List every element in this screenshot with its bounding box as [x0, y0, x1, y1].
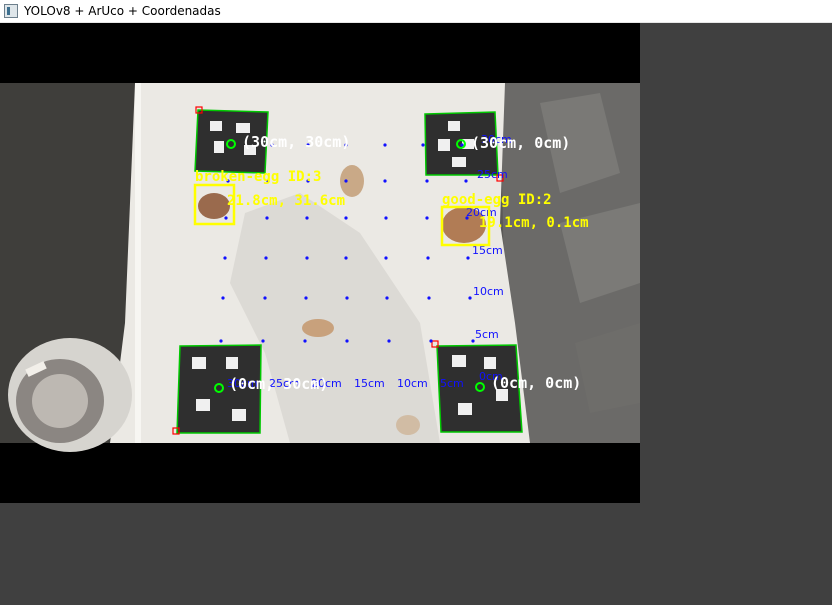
window-title: YOLOv8 + ArUco + Coordenadas — [24, 4, 221, 18]
window-background-right — [640, 23, 832, 605]
detection-label-broken-egg: broken-egg ID:3 — [195, 169, 321, 185]
scale-label-v-10: 10cm — [473, 285, 504, 298]
camera-frame: 30cm 25cm 20cm 15cm 10cm 5cm 0cm 30cm 25… — [0, 83, 640, 452]
camera-view: 30cm 25cm 20cm 15cm 10cm 5cm 0cm 30cm 25… — [0, 23, 640, 503]
scale-label-v-25: 25cm — [477, 168, 508, 181]
scale-label-h-5: 5cm — [440, 377, 464, 390]
scale-label-h-10: 10cm — [397, 377, 428, 390]
detection-label-good-egg: good-egg ID:2 — [442, 192, 552, 208]
detection-coords-good-egg: 19.1cm, 0.1cm — [479, 215, 589, 231]
marker-label-0-30: (0cm, 30cm) — [229, 375, 328, 393]
title-bar[interactable]: YOLOv8 + ArUco + Coordenadas — [0, 0, 832, 23]
scale-label-v-5: 5cm — [475, 328, 499, 341]
window-background-bottom — [0, 503, 640, 605]
scale-label-h-15: 15cm — [354, 377, 385, 390]
marker-label-30-0: (30cm, 0cm) — [471, 134, 570, 152]
app-window-icon — [4, 4, 18, 18]
detection-coords-broken-egg: 21.8cm, 31.6cm — [227, 193, 345, 209]
marker-label-30-30: (30cm, 30cm) — [242, 133, 350, 151]
marker-label-0-0: (0cm, 0cm) — [491, 374, 581, 392]
